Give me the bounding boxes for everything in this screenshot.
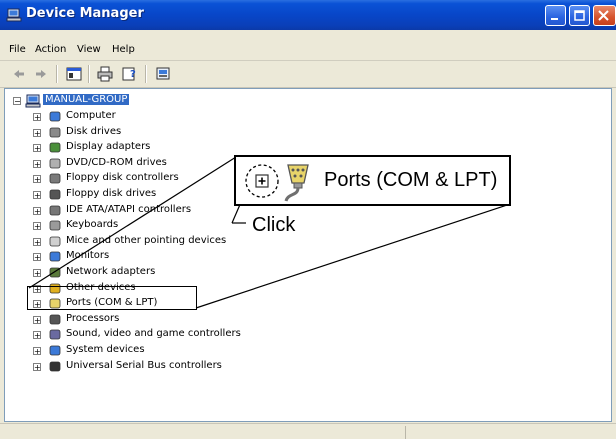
print-icon[interactable] <box>97 65 113 83</box>
status-divider <box>405 426 406 439</box>
tree-item-label: System devices <box>66 344 145 355</box>
properties-icon[interactable] <box>155 65 171 83</box>
collapse-icon[interactable]: − <box>13 97 21 106</box>
toolbar-separator <box>88 65 90 83</box>
minimize-icon <box>551 18 558 20</box>
toolbar-separator <box>145 65 147 83</box>
maximize-icon <box>574 10 585 21</box>
expand-icon[interactable]: + <box>33 191 41 200</box>
ide-controller-icon <box>49 205 61 215</box>
back-icon[interactable] <box>12 65 26 83</box>
tree-item-label: Floppy disk drives <box>66 188 157 199</box>
toolbar: ? <box>0 61 616 88</box>
tree-item-label: Keyboards <box>66 219 119 231</box>
disk-drive-icon <box>49 127 61 137</box>
minimize-button[interactable] <box>545 5 566 26</box>
system-device-icon <box>49 345 61 356</box>
expand-icon[interactable]: + <box>33 347 41 356</box>
ports-highlight-box <box>27 286 197 310</box>
help-icon[interactable]: ? <box>122 65 138 83</box>
expand-icon[interactable]: + <box>33 315 41 324</box>
tree-item-label: Processors <box>66 312 120 324</box>
close-button[interactable] <box>593 5 616 26</box>
expand-icon[interactable]: + <box>33 206 41 215</box>
expand-icon[interactable]: + <box>33 269 41 278</box>
monitor-icon <box>49 251 61 262</box>
mouse-icon <box>49 236 61 247</box>
tree-item-label: Monitors <box>66 250 110 262</box>
sound-icon <box>49 329 61 340</box>
expand-icon[interactable]: + <box>33 144 41 153</box>
menu-help[interactable]: Help <box>112 44 135 55</box>
device-manager-window: Device Manager File Action View Help ? −… <box>0 0 616 439</box>
tree-item-label: Disk drives <box>66 125 122 137</box>
tree-item-label: Network adapters <box>66 266 156 277</box>
expand-icon[interactable]: + <box>33 362 41 371</box>
computer-root-icon <box>25 94 41 108</box>
tree-item-label: Floppy disk controllers <box>66 172 179 184</box>
expand-icon[interactable]: + <box>33 113 41 122</box>
dashed-circle-icon <box>245 164 279 198</box>
tree-root-label: MANUAL-GROUP <box>43 94 130 105</box>
maximize-button[interactable] <box>569 5 590 26</box>
device-manager-icon <box>6 8 22 22</box>
tree-item-label: Computer <box>66 110 116 121</box>
menu-view[interactable]: View <box>77 44 101 55</box>
window-title: Device Manager <box>26 6 144 21</box>
port-large-icon <box>284 164 309 202</box>
forward-icon[interactable] <box>34 65 48 83</box>
floppy-controller-icon <box>49 173 61 184</box>
expand-icon[interactable]: + <box>33 175 41 184</box>
title-bar[interactable]: Device Manager <box>0 0 616 30</box>
expand-icon[interactable]: + <box>33 253 41 262</box>
callout-ports-label: Ports (COM & LPT) <box>324 169 498 191</box>
network-adapter-icon <box>49 267 61 278</box>
tree-item-label: DVD/CD-ROM drives <box>66 156 167 168</box>
status-bar <box>0 423 616 439</box>
click-instruction: Click <box>252 214 296 236</box>
svg-text:?: ? <box>130 69 136 80</box>
dvd-drive-icon <box>49 158 61 169</box>
menu-file[interactable]: File <box>9 44 26 55</box>
processor-icon <box>49 314 61 325</box>
expand-icon[interactable]: + <box>33 237 41 246</box>
tree-item-label: Display adapters <box>66 141 151 153</box>
tree-item-label: IDE ATA/ATAPI controllers <box>66 203 192 215</box>
computer-icon <box>49 111 61 122</box>
expand-icon[interactable]: + <box>33 128 41 137</box>
tree-item-label: Mice and other pointing devices <box>66 234 227 246</box>
tree-item-label: Universal Serial Bus controllers <box>66 359 222 371</box>
display-adapter-icon <box>49 142 61 153</box>
expand-icon[interactable]: + <box>33 222 41 231</box>
menu-bar: File Action View Help <box>0 30 616 61</box>
menu-action[interactable]: Action <box>35 44 66 55</box>
callout-zoom: Ports (COM & LPT) <box>234 155 511 206</box>
expand-icon[interactable]: + <box>33 331 41 340</box>
floppy-drive-icon <box>49 189 61 200</box>
show-hide-console-tree-icon[interactable] <box>66 65 82 83</box>
device-tree[interactable]: − MANUAL-GROUP + Computer + Disk drives + Dis… <box>4 88 612 422</box>
expand-icon[interactable]: + <box>33 159 41 168</box>
toolbar-separator <box>56 65 58 83</box>
tree-item-label: Sound, video and game controllers <box>66 328 241 340</box>
usb-icon <box>49 361 61 371</box>
keyboard-icon <box>49 220 61 231</box>
close-icon <box>598 10 609 21</box>
